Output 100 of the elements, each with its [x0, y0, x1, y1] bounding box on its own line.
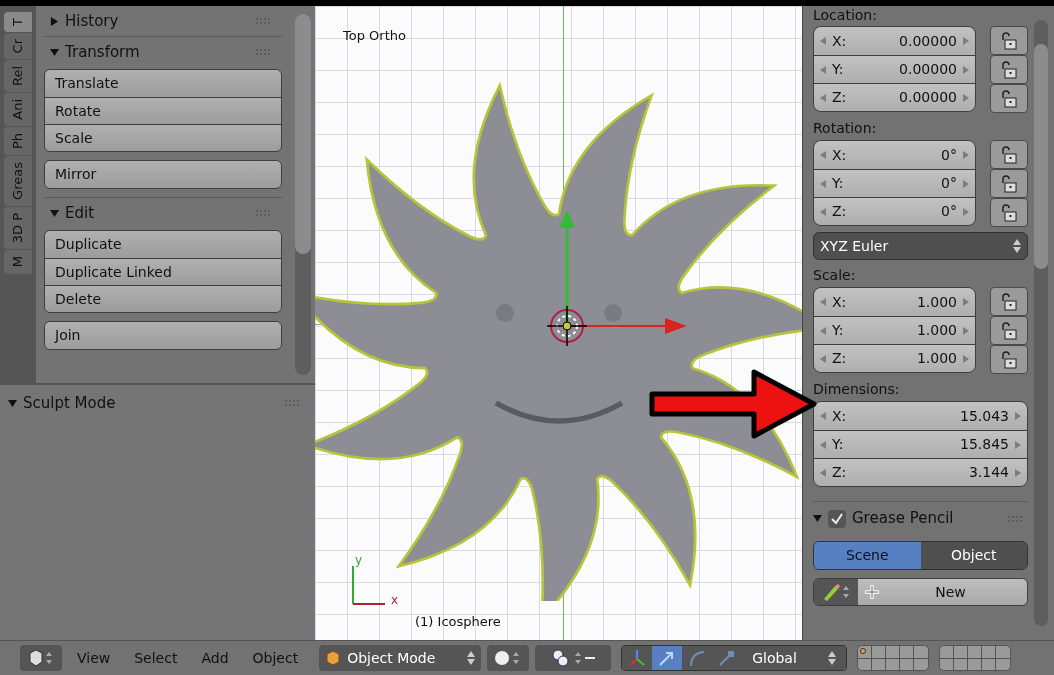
number-field[interactable]: X: 1.000	[814, 288, 975, 316]
number-field[interactable]: X: 0°	[814, 141, 975, 169]
tool-button[interactable]: Duplicate	[45, 231, 281, 258]
increment-arrow-icon[interactable]	[1015, 412, 1021, 420]
decrement-arrow-icon[interactable]	[820, 37, 826, 45]
number-field[interactable]: X: 0.00000	[814, 27, 975, 55]
rotation-mode-dropdown[interactable]: XYZ Euler	[813, 232, 1028, 260]
increment-arrow-icon[interactable]	[963, 65, 969, 74]
field-value: 0°	[941, 174, 957, 193]
manipulator-toggle[interactable]	[682, 646, 713, 670]
unlocked-padlock-button[interactable]	[990, 26, 1028, 55]
increment-arrow-icon[interactable]	[1015, 440, 1021, 449]
panel-header[interactable]: Edit	[44, 198, 282, 228]
number-field[interactable]: Y: 15.845	[814, 430, 1027, 458]
manipulator-toggle[interactable]	[622, 646, 653, 670]
field-value: 1.000	[916, 292, 957, 312]
number-field[interactable]: Z: 3.144	[814, 458, 1027, 486]
tool-button[interactable]: Translate	[45, 70, 281, 97]
increment-arrow-icon[interactable]	[963, 298, 969, 306]
decrement-arrow-icon[interactable]	[820, 298, 826, 306]
layer-grid-icon[interactable]	[857, 645, 930, 671]
unlocked-padlock-button[interactable]	[990, 198, 1028, 227]
decrement-arrow-icon[interactable]	[820, 412, 826, 420]
menu-item[interactable]: View	[68, 647, 120, 669]
increment-arrow-icon[interactable]	[963, 151, 969, 159]
menu-item[interactable]: Select	[125, 647, 187, 669]
unlocked-padlock-button[interactable]	[990, 140, 1028, 169]
scrollbar-thumb[interactable]	[1034, 44, 1048, 269]
decrement-arrow-icon[interactable]	[820, 65, 826, 74]
decrement-arrow-icon[interactable]	[820, 179, 826, 188]
scrollbar-thumb[interactable]	[294, 14, 311, 254]
expanded-triangle-icon[interactable]	[50, 47, 59, 57]
field-value: 1.000	[916, 349, 957, 368]
unlocked-padlock-button[interactable]	[990, 84, 1028, 113]
axis-label: X:	[832, 31, 847, 51]
unlocked-padlock-button[interactable]	[990, 316, 1028, 345]
field-value: 1.000	[916, 321, 957, 340]
padlock-icon	[1001, 203, 1017, 222]
decrement-arrow-icon[interactable]	[820, 151, 826, 159]
scrollbar-track[interactable]	[1034, 20, 1048, 626]
decrement-arrow-icon[interactable]	[820, 354, 826, 363]
unlocked-padlock-button[interactable]	[990, 169, 1028, 198]
layer-grid-icon[interactable]	[939, 645, 1012, 671]
increment-arrow-icon[interactable]	[963, 93, 969, 102]
source-tab[interactable]: Object	[920, 542, 1027, 569]
tool-button[interactable]: Mirror	[45, 161, 281, 188]
panel-header[interactable]: Transform	[44, 37, 282, 67]
increment-arrow-icon[interactable]	[963, 354, 969, 363]
field-value: 0.00000	[899, 31, 957, 51]
editor-type-button[interactable]	[20, 645, 62, 671]
axis-label: X:	[832, 145, 847, 165]
increment-arrow-icon[interactable]	[963, 207, 969, 216]
collapsed-triangle-icon[interactable]	[50, 16, 59, 26]
tool-button[interactable]: Join	[45, 322, 281, 349]
number-field[interactable]: Z: 0.00000	[814, 83, 975, 111]
unlocked-padlock-button[interactable]	[990, 55, 1028, 84]
axis-label: Y:	[832, 321, 844, 340]
padlock-icon	[1001, 321, 1017, 340]
source-tab[interactable]: Scene	[814, 542, 921, 569]
expanded-triangle-icon[interactable]	[8, 398, 17, 408]
increment-arrow-icon[interactable]	[963, 37, 969, 45]
increment-arrow-icon[interactable]	[963, 179, 969, 188]
increment-arrow-icon[interactable]	[1015, 468, 1021, 477]
tool-button[interactable]: Rotate	[45, 97, 281, 124]
number-field[interactable]: Y: 1.000	[814, 316, 975, 344]
menu-item[interactable]: Object	[243, 647, 308, 669]
viewport-grid[interactable]: Top Ortho y x (1) Icosphere	[315, 6, 802, 640]
decrement-arrow-icon[interactable]	[820, 326, 826, 335]
field-value: 3.144	[968, 463, 1009, 482]
shading-dropdown[interactable]	[487, 645, 530, 671]
tool-button[interactable]: Duplicate Linked	[45, 258, 281, 285]
decrement-arrow-icon[interactable]	[820, 93, 826, 102]
padlock-icon	[1001, 31, 1017, 50]
number-field[interactable]: X: 15.043	[814, 402, 1027, 430]
number-field[interactable]: Y: 0°	[814, 169, 975, 197]
expanded-triangle-icon[interactable]	[813, 514, 822, 523]
scrollbar-track[interactable]	[294, 14, 311, 375]
manipulator-toggle[interactable]	[652, 646, 683, 670]
unlocked-padlock-button[interactable]	[990, 345, 1028, 374]
panel-header[interactable]: History	[44, 6, 282, 36]
pencil-selector-button[interactable]	[814, 579, 858, 605]
panel-title: Transform	[65, 41, 140, 63]
tool-button[interactable]: Scale	[45, 124, 281, 151]
number-field[interactable]: Y: 0.00000	[814, 55, 975, 83]
decrement-arrow-icon[interactable]	[820, 440, 826, 449]
increment-arrow-icon[interactable]	[963, 326, 969, 335]
enable-checkbox[interactable]	[828, 509, 846, 528]
tool-button[interactable]: Delete	[45, 285, 281, 312]
orientation-dropdown[interactable]: Global	[742, 646, 847, 670]
unlocked-padlock-button[interactable]	[990, 287, 1028, 316]
pivot-dropdown[interactable]	[535, 645, 612, 671]
decrement-arrow-icon[interactable]	[820, 207, 826, 216]
tool-tab[interactable]: T	[4, 12, 32, 32]
expanded-triangle-icon[interactable]	[50, 208, 59, 218]
new-button[interactable]: New	[858, 579, 1027, 605]
decrement-arrow-icon[interactable]	[820, 468, 826, 477]
number-field[interactable]: Z: 0°	[814, 197, 975, 225]
mode-dropdown[interactable]: Object Mode	[319, 645, 482, 671]
number-field[interactable]: Z: 1.000	[814, 344, 975, 372]
menu-item[interactable]: Add	[192, 647, 238, 669]
